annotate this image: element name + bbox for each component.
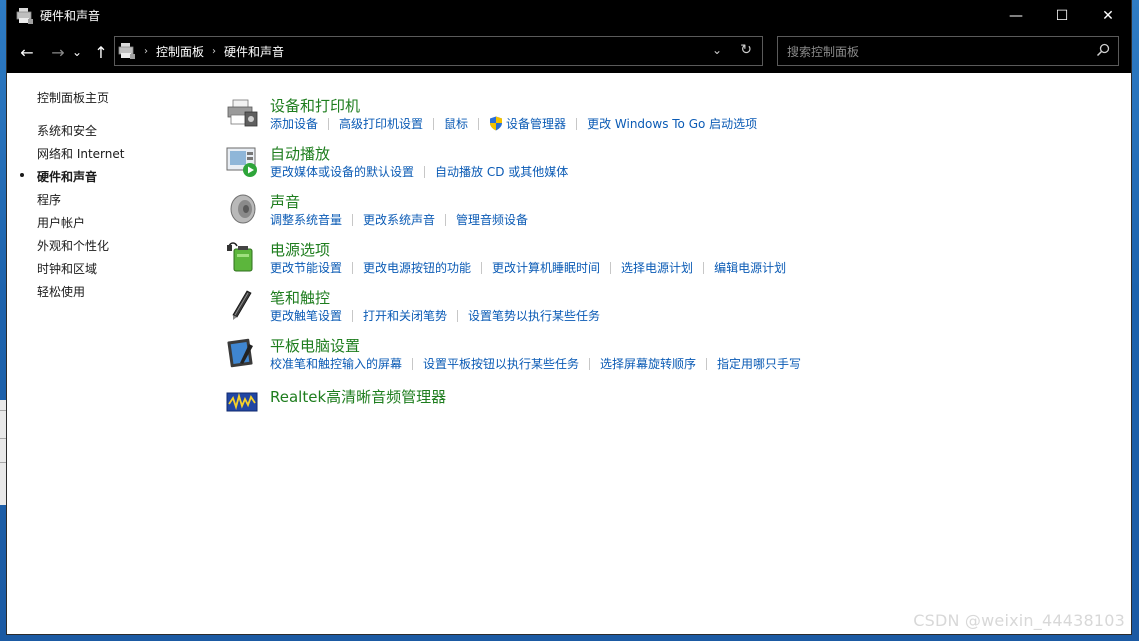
sidebar-item-programs[interactable]: 程序 (37, 191, 61, 208)
minimize-button[interactable]: — (993, 0, 1039, 31)
sidebar: 控制面板主页 系统和安全 网络和 Internet 硬件和声音 程序 用户帐户 … (7, 73, 217, 634)
link-divider (352, 213, 354, 226)
link-change-pen-settings[interactable]: 更改触笔设置 (270, 307, 342, 324)
link-divider (589, 357, 591, 370)
link-divider (352, 261, 354, 274)
section-title-autoplay[interactable]: 自动播放 (270, 143, 330, 164)
section-title-sound[interactable]: 声音 (270, 191, 300, 212)
link-divider (457, 309, 459, 322)
navigation-bar: ← → ⌄ ↑ › 控制面板 › 硬件和声音 ⌄ ↻ (7, 31, 1131, 73)
sidebar-item-appearance[interactable]: 外观和个性化 (37, 237, 109, 254)
link-divider (610, 261, 612, 274)
address-dropdown-icon[interactable]: ⌄ (712, 43, 722, 57)
link-manage-audio-devices[interactable]: 管理音频设备 (456, 211, 528, 228)
sidebar-item-system-security[interactable]: 系统和安全 (37, 122, 97, 139)
link-power-button-function[interactable]: 更改电源按钮的功能 (363, 259, 471, 276)
section-sound: 声音 调整系统音量 更改系统声音 管理音频设备 (225, 190, 1125, 238)
main-content: 设备和打印机 添加设备 高级打印机设置 鼠标 设备管理器 更改 Windows … (217, 73, 1131, 634)
sidebar-item-ease-of-access[interactable]: 轻松使用 (37, 283, 85, 300)
link-divider (412, 357, 414, 370)
link-set-flicks[interactable]: 设置笔势以执行某些任务 (468, 307, 600, 324)
section-tablet-settings: 平板电脑设置 校准笔和触控输入的屏幕 设置平板按钮以执行某些任务 选择屏幕旋转顺… (225, 334, 1125, 382)
battery-icon[interactable] (225, 240, 259, 274)
link-screen-rotation[interactable]: 选择屏幕旋转顺序 (600, 355, 696, 372)
section-pen-touch: 笔和触控 更改触笔设置 打开和关闭笔势 设置笔势以执行某些任务 (225, 286, 1125, 334)
section-title-power-options[interactable]: 电源选项 (270, 239, 330, 260)
link-divider (433, 117, 435, 130)
breadcrumb-control-panel[interactable]: 控制面板 (156, 43, 204, 60)
section-title-devices-printers[interactable]: 设备和打印机 (270, 95, 360, 116)
maximize-button[interactable]: ☐ (1039, 0, 1085, 31)
recent-locations-chevron-icon[interactable]: ⌄ (70, 41, 84, 63)
link-adjust-volume[interactable]: 调整系统音量 (270, 211, 342, 228)
link-divider (445, 213, 447, 226)
link-handedness[interactable]: 指定用哪只手写 (717, 355, 801, 372)
active-item-bullet (20, 173, 24, 177)
link-divider (703, 261, 705, 274)
link-set-tablet-buttons[interactable]: 设置平板按钮以执行某些任务 (423, 355, 579, 372)
link-advanced-printer-setup[interactable]: 高级打印机设置 (339, 115, 423, 132)
forward-arrow-icon[interactable]: → (47, 41, 69, 63)
link-divider (328, 117, 330, 130)
link-choose-power-plan[interactable]: 选择电源计划 (621, 259, 693, 276)
sidebar-item-clock-region[interactable]: 时钟和区域 (37, 260, 97, 277)
section-autoplay: 自动播放 更改媒体或设备的默认设置 自动播放 CD 或其他媒体 (225, 142, 1125, 190)
link-windows-to-go[interactable]: 更改 Windows To Go 启动选项 (587, 115, 757, 132)
link-divider (576, 117, 578, 130)
up-arrow-icon[interactable]: ↑ (90, 41, 112, 63)
link-change-system-sounds[interactable]: 更改系统声音 (363, 211, 435, 228)
search-icon[interactable] (1096, 43, 1110, 57)
breadcrumb-chevron-icon[interactable]: › (144, 46, 148, 57)
sidebar-item-user-accounts[interactable]: 用户帐户 (37, 214, 85, 231)
uac-shield-icon (490, 116, 503, 131)
control-panel-icon (16, 7, 33, 24)
link-divider (424, 165, 426, 178)
link-divider (352, 309, 354, 322)
refresh-icon[interactable]: ↻ (740, 42, 752, 58)
back-arrow-icon[interactable]: ← (16, 41, 38, 63)
link-change-media-defaults[interactable]: 更改媒体或设备的默认设置 (270, 163, 414, 180)
link-edit-power-plan[interactable]: 编辑电源计划 (714, 259, 786, 276)
breadcrumb-hardware-sound[interactable]: 硬件和声音 (224, 43, 284, 60)
link-divider (478, 117, 480, 130)
close-button[interactable]: ✕ (1085, 0, 1131, 31)
breadcrumb-chevron-icon[interactable]: › (212, 46, 216, 57)
control-panel-icon (118, 43, 135, 59)
link-mouse[interactable]: 鼠标 (444, 115, 468, 132)
section-title-tablet-settings[interactable]: 平板电脑设置 (270, 335, 360, 356)
control-panel-window: 硬件和声音 — ☐ ✕ ← → ⌄ ↑ › 控制面板 › 硬件和声音 ⌄ ↻ 搜… (7, 0, 1131, 634)
link-calibrate-screen[interactable]: 校准笔和触控输入的屏幕 (270, 355, 402, 372)
watermark-text: CSDN @weixin_44438103 (913, 611, 1125, 630)
sidebar-item-hardware-sound[interactable]: 硬件和声音 (37, 168, 97, 185)
link-divider (706, 357, 708, 370)
link-autoplay-cd[interactable]: 自动播放 CD 或其他媒体 (435, 163, 568, 180)
section-title-pen-touch[interactable]: 笔和触控 (270, 287, 330, 308)
link-device-manager[interactable]: 设备管理器 (506, 115, 566, 132)
link-toggle-flicks[interactable]: 打开和关闭笔势 (363, 307, 447, 324)
search-box[interactable] (777, 36, 1119, 67)
search-input[interactable] (778, 37, 1089, 67)
link-add-device[interactable]: 添加设备 (270, 115, 318, 132)
printer-icon[interactable] (225, 96, 259, 130)
section-title-realtek-audio[interactable]: Realtek高清晰音频管理器 (270, 386, 446, 407)
section-realtek-audio: Realtek高清晰音频管理器 (225, 382, 1125, 430)
tablet-icon[interactable] (225, 336, 259, 370)
autoplay-icon[interactable] (225, 144, 259, 178)
section-devices-printers: 设备和打印机 添加设备 高级打印机设置 鼠标 设备管理器 更改 Windows … (225, 94, 1125, 142)
address-bar[interactable]: › 控制面板 › 硬件和声音 ⌄ ↻ (114, 36, 763, 66)
link-sleep-time[interactable]: 更改计算机睡眠时间 (492, 259, 600, 276)
speaker-icon[interactable] (225, 192, 259, 226)
realtek-audio-icon[interactable] (225, 384, 259, 418)
section-power-options: 电源选项 更改节能设置 更改电源按钮的功能 更改计算机睡眠时间 选择电源计划 编… (225, 238, 1125, 286)
sidebar-item-network-internet[interactable]: 网络和 Internet (37, 145, 124, 162)
pen-icon[interactable] (225, 288, 259, 322)
link-divider (481, 261, 483, 274)
sidebar-home-link[interactable]: 控制面板主页 (37, 89, 109, 106)
link-change-power-saving[interactable]: 更改节能设置 (270, 259, 342, 276)
window-title: 硬件和声音 (40, 9, 101, 23)
title-bar[interactable]: 硬件和声音 — ☐ ✕ (7, 0, 1131, 31)
